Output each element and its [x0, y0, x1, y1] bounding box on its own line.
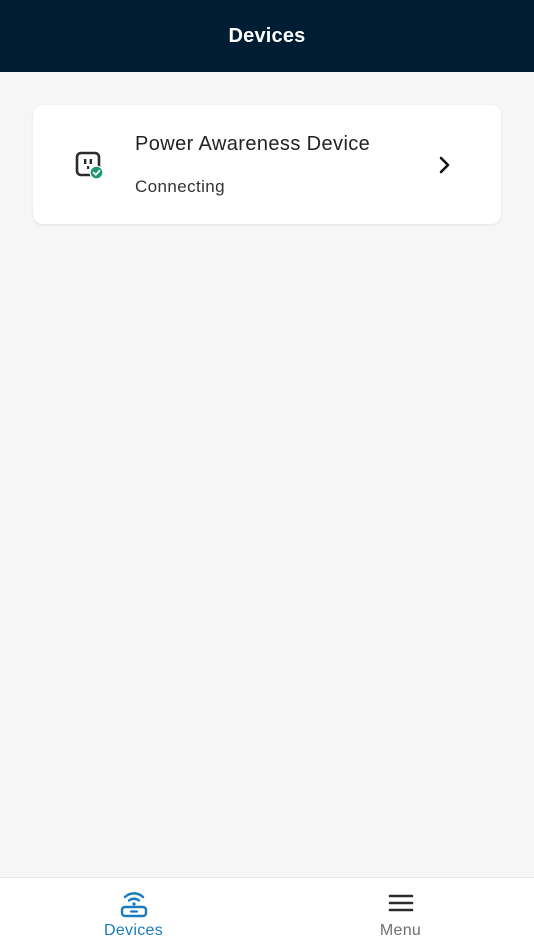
tab-menu[interactable]: Menu — [267, 878, 534, 950]
app-header: Devices — [0, 0, 534, 72]
hamburger-menu-icon — [388, 894, 413, 912]
tab-menu-label: Menu — [379, 922, 422, 939]
router-wifi-icon — [120, 892, 147, 918]
outlet-check-icon — [75, 151, 104, 180]
device-name: Power Awareness Device — [135, 133, 371, 155]
device-card[interactable]: Power Awareness Device Connecting — [33, 105, 501, 224]
devices-screen: Devices Power Awareness Device Connectin… — [0, 0, 534, 950]
device-status: Connecting — [135, 177, 226, 196]
tab-devices[interactable]: Devices — [0, 878, 267, 950]
chevron-right-icon — [439, 156, 450, 174]
page-title: Devices — [228, 24, 306, 47]
bottom-tab-bar: Devices Menu — [0, 877, 534, 950]
tab-devices-label: Devices — [103, 922, 163, 939]
